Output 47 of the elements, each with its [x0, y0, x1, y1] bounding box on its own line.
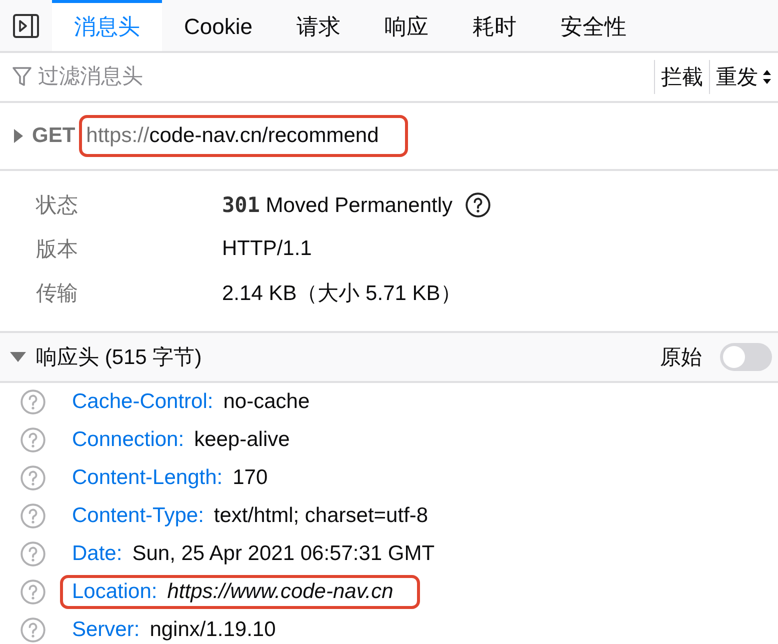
request-url: https://code-nav.cn/recommend: [79, 115, 408, 157]
section-title: 响应头 (515 字节): [36, 345, 203, 371]
header-value: Sun, 25 Apr 2021 06:57:31 GMT: [132, 542, 435, 566]
request-method: GET: [32, 124, 76, 148]
filter-field[interactable]: 过滤消息头: [38, 65, 654, 89]
header-value: keep-alive: [194, 428, 290, 452]
expand-triangle-icon[interactable]: [12, 129, 24, 143]
expand-triangle-icon[interactable]: [10, 351, 26, 363]
sidebar-toggle-icon[interactable]: [13, 14, 39, 38]
tab[interactable]: 安全性: [538, 0, 648, 51]
field-label: 传输: [36, 281, 79, 307]
header-name: Content-Type:: [72, 504, 204, 528]
raw-toggle[interactable]: [720, 343, 772, 371]
header-name: Location:: [72, 580, 158, 604]
help-icon: [20, 389, 46, 415]
block-button[interactable]: 拦截: [654, 60, 709, 94]
tab[interactable]: 耗时: [450, 0, 538, 51]
field-label: 版本: [36, 237, 79, 263]
help-icon: [20, 617, 46, 643]
field-value: HTTP/1.1: [222, 237, 312, 261]
header-name: Date:: [72, 542, 122, 566]
help-icon: [20, 503, 46, 529]
raw-label: 原始: [660, 345, 702, 371]
header-name: Cache-Control:: [72, 390, 214, 414]
header-name: Content-Length:: [72, 466, 223, 490]
tab[interactable]: Cookie: [162, 0, 274, 51]
field-label: 状态: [36, 193, 79, 219]
header-name: Server:: [72, 618, 140, 642]
resend-button[interactable]: 重发: [709, 60, 778, 94]
header-value: text/html; charset=utf-8: [214, 504, 428, 528]
help-icon[interactable]: [464, 192, 491, 218]
tab[interactable]: 请求: [274, 0, 362, 51]
filter-icon: [12, 66, 32, 88]
header-value: https://www.code-nav.cn: [167, 580, 394, 604]
dropdown-arrows-icon: [762, 68, 772, 86]
tab[interactable]: 消息头: [52, 0, 162, 51]
header-name: Connection:: [72, 428, 184, 452]
header-value: no-cache: [223, 390, 310, 414]
help-icon: [20, 465, 46, 491]
header-value: 170: [232, 466, 268, 490]
help-icon: [20, 579, 46, 605]
tab[interactable]: 响应: [362, 0, 450, 51]
help-icon: [20, 427, 46, 453]
field-value: 301 Moved Permanently: [222, 192, 453, 218]
help-icon: [20, 541, 46, 567]
field-value: 2.14 KB（大小 5.71 KB）: [222, 281, 462, 307]
header-value: nginx/1.19.10: [150, 618, 276, 642]
